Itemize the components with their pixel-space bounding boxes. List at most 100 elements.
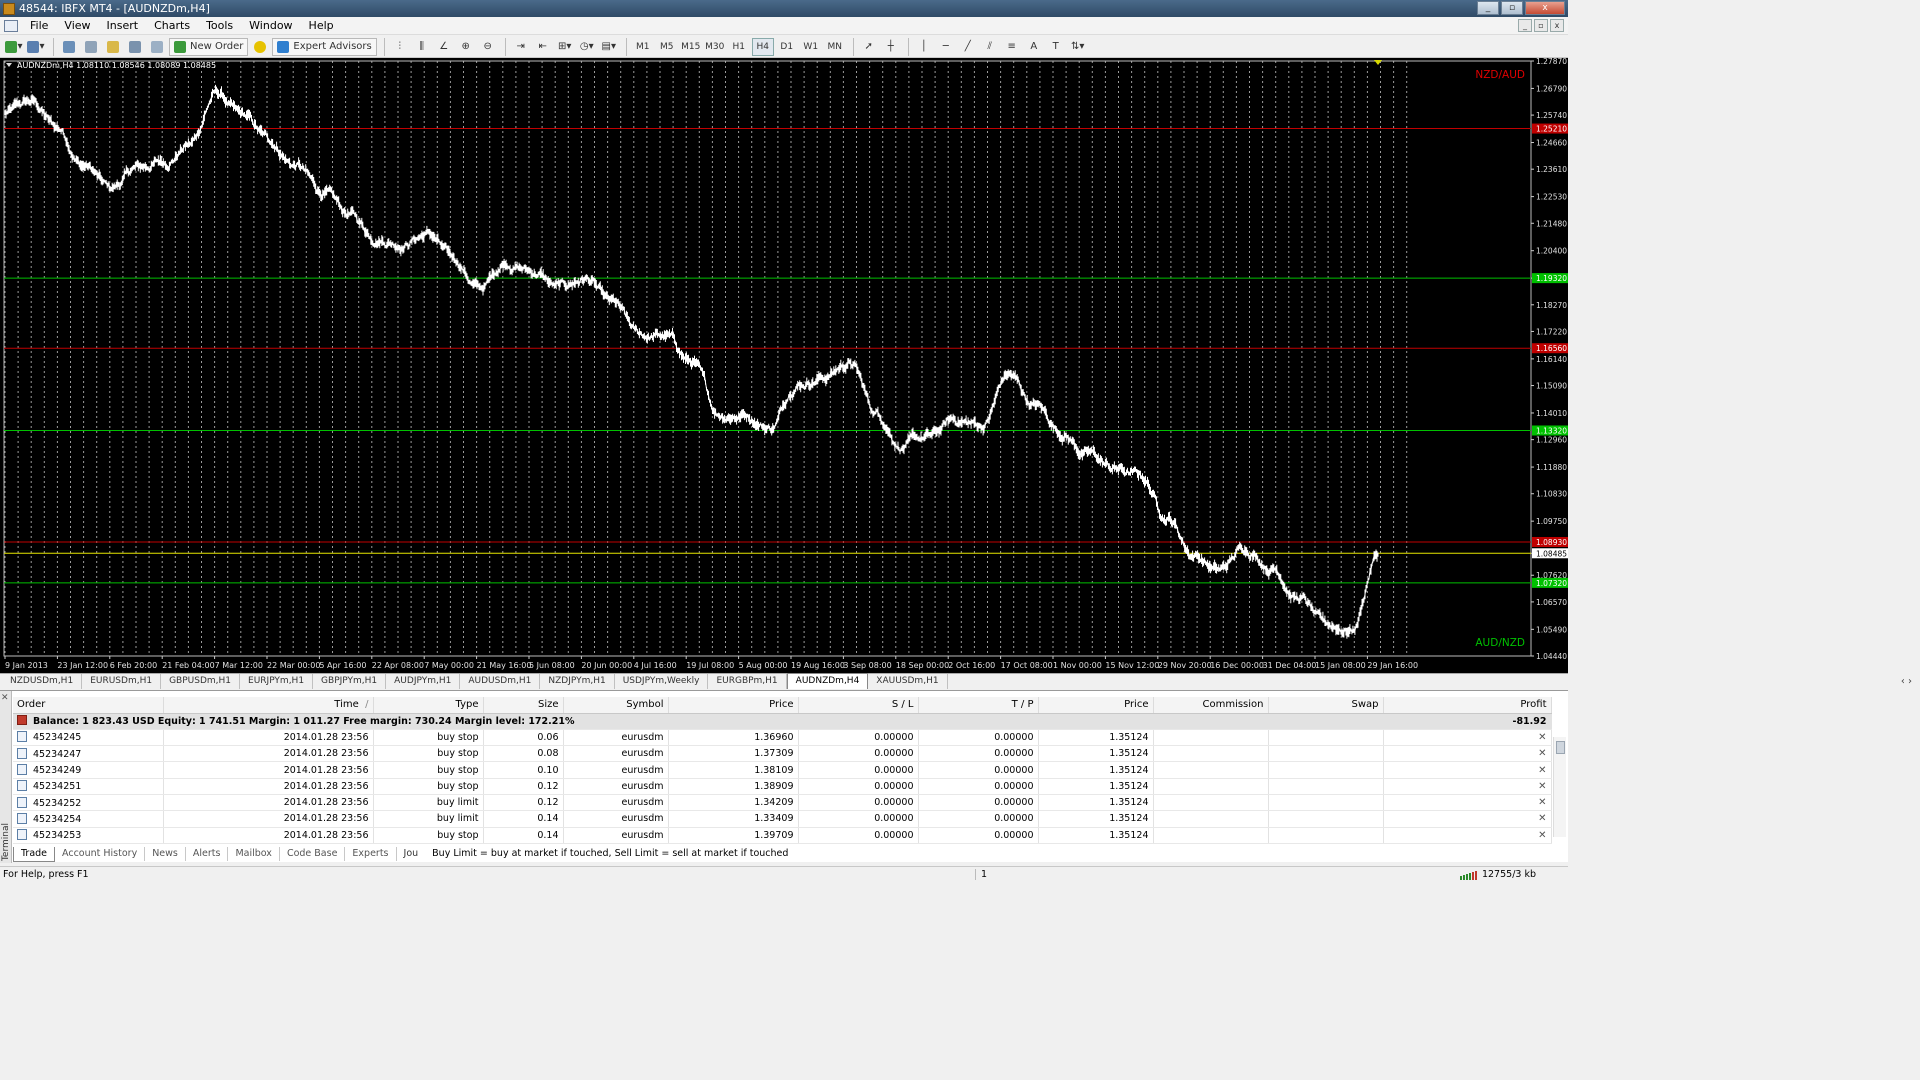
- chart-window[interactable]: 9 Jan 2013 23 Jan 12:00 6 Feb 20:00 21 Feb …: [0, 58, 1568, 673]
- delete-order-icon[interactable]: ✕: [1538, 781, 1546, 792]
- symbol-tab[interactable]: NZDJPYm,H1: [540, 674, 615, 689]
- crosshair-icon[interactable]: ┼: [881, 38, 901, 56]
- order-row[interactable]: 45234251 2014.01.28 23:56 buy stop 0.12 euru…: [13, 778, 1552, 795]
- col-current-price[interactable]: Price: [1038, 697, 1154, 714]
- timeframe-m5[interactable]: M5: [656, 38, 678, 56]
- data-window-icon[interactable]: [81, 38, 101, 56]
- orders-scrollbar[interactable]: [1553, 737, 1566, 837]
- terminal-tab[interactable]: Mailbox: [228, 847, 280, 861]
- terminal-tab[interactable]: Trade: [13, 846, 56, 862]
- symbol-tab[interactable]: GBPJPYm,H1: [313, 674, 387, 689]
- terminal-icon[interactable]: [125, 38, 145, 56]
- mdi-restore-button[interactable]: ▫: [1534, 19, 1548, 32]
- auto-scroll-icon[interactable]: ⇥: [511, 38, 531, 56]
- fibonacci-icon[interactable]: ≡: [1002, 38, 1022, 56]
- delete-order-icon[interactable]: ✕: [1538, 765, 1546, 776]
- zoom-in-icon[interactable]: ⊕: [456, 38, 476, 56]
- menu-tools[interactable]: Tools: [198, 17, 241, 35]
- col-swap[interactable]: Swap: [1268, 697, 1384, 714]
- candlestick-icon[interactable]: ⫼: [412, 38, 432, 56]
- line-chart-icon[interactable]: ∠: [434, 38, 454, 56]
- terminal-tab[interactable]: Code Base: [280, 847, 346, 861]
- col-commission[interactable]: Commission: [1153, 697, 1269, 714]
- chart-window-icon[interactable]: [4, 19, 18, 32]
- terminal-tab[interactable]: Experts: [345, 847, 397, 861]
- expert-advisors-button[interactable]: Expert Advisors: [272, 37, 377, 56]
- order-row[interactable]: 45234247 2014.01.28 23:56 buy stop 0.08 euru…: [13, 745, 1552, 763]
- text-icon[interactable]: A: [1024, 38, 1044, 56]
- col-order[interactable]: Order: [13, 697, 164, 714]
- trendline-icon[interactable]: ╱: [958, 38, 978, 56]
- tab-scroll-arrows[interactable]: ‹ ›: [1901, 676, 1912, 687]
- order-row[interactable]: 45234252 2014.01.28 23:56 buy limit 0.12 eur…: [13, 794, 1552, 812]
- menu-help[interactable]: Help: [301, 17, 342, 35]
- periods-icon[interactable]: ◷▾: [577, 38, 597, 56]
- close-button[interactable]: x: [1525, 1, 1565, 15]
- col-time[interactable]: Time /: [163, 697, 374, 714]
- delete-order-icon[interactable]: ✕: [1538, 797, 1546, 808]
- delete-order-icon[interactable]: ✕: [1538, 813, 1546, 824]
- new-chart-icon[interactable]: ▾: [4, 38, 24, 56]
- timeframe-w1[interactable]: W1: [800, 38, 822, 56]
- strategy-tester-icon[interactable]: [147, 38, 167, 56]
- timeframe-d1[interactable]: D1: [776, 38, 798, 56]
- order-row[interactable]: 45234253 2014.01.28 23:56 buy stop 0.14 euru…: [13, 827, 1552, 844]
- menu-insert[interactable]: Insert: [99, 17, 147, 35]
- col-type[interactable]: Type: [373, 697, 484, 714]
- minimize-button[interactable]: _: [1477, 1, 1499, 15]
- timeframe-m30[interactable]: M30: [704, 38, 726, 56]
- channel-icon[interactable]: ⫽: [980, 38, 1000, 56]
- symbol-tab[interactable]: AUDNZDm,H4: [786, 673, 869, 689]
- indicators-icon[interactable]: ⊞▾: [555, 38, 575, 56]
- symbol-tab[interactable]: AUDUSDm,H1: [460, 674, 541, 689]
- symbol-tab[interactable]: NZDUSDm,H1: [2, 674, 83, 689]
- col-size[interactable]: Size: [483, 697, 564, 714]
- balance-row[interactable]: Balance: 1 823.43 USD Equity: 1 741.51 M…: [13, 713, 1552, 730]
- terminal-tab[interactable]: Jou: [397, 847, 426, 861]
- col-symbol[interactable]: Symbol: [563, 697, 669, 714]
- col-price[interactable]: Price: [668, 697, 799, 714]
- mdi-minimize-button[interactable]: _: [1518, 19, 1532, 32]
- timeframe-h4[interactable]: H4: [751, 37, 774, 56]
- symbol-tab[interactable]: EURGBPm,H1: [708, 674, 787, 689]
- menu-view[interactable]: View: [56, 17, 98, 35]
- text-label-icon[interactable]: T: [1046, 38, 1066, 56]
- col-tp[interactable]: T / P: [918, 697, 1039, 714]
- metaeditor-icon[interactable]: [250, 38, 270, 56]
- timeframe-mn[interactable]: MN: [824, 38, 846, 56]
- timeframe-m15[interactable]: M15: [680, 38, 702, 56]
- symbol-tab[interactable]: EURUSDm,H1: [82, 674, 162, 689]
- col-sl[interactable]: S / L: [798, 697, 919, 714]
- profiles-icon[interactable]: ▾: [26, 38, 46, 56]
- order-row[interactable]: 45234254 2014.01.28 23:56 buy limit 0.14 eur…: [13, 810, 1552, 828]
- horizontal-line-icon[interactable]: ─: [936, 38, 956, 56]
- arrows-icon[interactable]: ⇅▾: [1068, 38, 1088, 56]
- vertical-line-icon[interactable]: │: [914, 38, 934, 56]
- symbol-tab[interactable]: XAUUSDm,H1: [868, 674, 948, 689]
- menu-charts[interactable]: Charts: [146, 17, 198, 35]
- col-profit[interactable]: Profit: [1383, 697, 1552, 714]
- templates-icon[interactable]: ▤▾: [599, 38, 619, 56]
- menu-window[interactable]: Window: [241, 17, 300, 35]
- market-watch-icon[interactable]: [59, 38, 79, 56]
- symbol-tab[interactable]: EURJPYm,H1: [240, 674, 314, 689]
- scrollbar-thumb[interactable]: [1556, 741, 1565, 754]
- order-row[interactable]: 45234249 2014.01.28 23:56 buy stop 0.10 euru…: [13, 761, 1552, 779]
- chart-shift-icon[interactable]: ⇤: [533, 38, 553, 56]
- delete-order-icon[interactable]: ✕: [1538, 732, 1546, 743]
- new-order-button[interactable]: New Order: [169, 37, 249, 56]
- timeframe-h1[interactable]: H1: [728, 38, 750, 56]
- terminal-tab[interactable]: News: [145, 847, 186, 861]
- delete-order-icon[interactable]: ✕: [1538, 830, 1546, 841]
- mdi-close-button[interactable]: x: [1550, 19, 1564, 32]
- cursor-icon[interactable]: ➚: [859, 38, 879, 56]
- terminal-close-icon[interactable]: ✕: [1, 693, 9, 703]
- zoom-out-icon[interactable]: ⊖: [478, 38, 498, 56]
- order-row[interactable]: 45234245 2014.01.28 23:56 buy stop 0.06 euru…: [13, 729, 1552, 747]
- restore-button[interactable]: ▫: [1501, 1, 1523, 15]
- price-chart[interactable]: 9 Jan 2013 23 Jan 12:00 6 Feb 20:00 21 Feb …: [0, 58, 1568, 673]
- symbol-tab[interactable]: USDJPYm,Weekly: [615, 674, 709, 689]
- navigator-icon[interactable]: [103, 38, 123, 56]
- terminal-tab[interactable]: Account History: [55, 847, 146, 861]
- timeframe-m1[interactable]: M1: [632, 38, 654, 56]
